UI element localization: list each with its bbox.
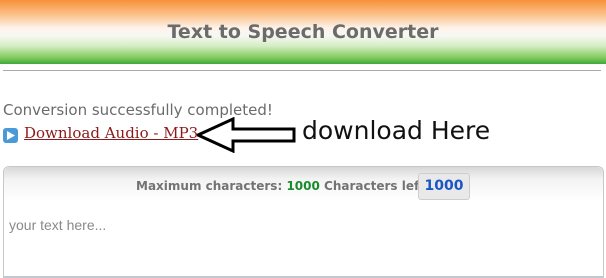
editor-toolbar: Maximum characters: 1000 Characters left…: [4, 167, 603, 201]
left-arrow-icon: [197, 117, 296, 153]
max-characters-label: Maximum characters:: [136, 179, 283, 193]
download-audio-link[interactable]: Download Audio - MP3: [24, 124, 198, 142]
characters-left-label: Characters left:: [324, 179, 430, 193]
page-title: Text to Speech Converter: [167, 21, 439, 43]
text-editor: Maximum characters: 1000 Characters left…: [3, 166, 604, 278]
play-icon: [3, 128, 18, 143]
annotation-text: download Here: [302, 116, 491, 145]
text-input[interactable]: [4, 213, 603, 277]
character-counter: Maximum characters: 1000 Characters left…: [136, 179, 430, 193]
header-banner: Text to Speech Converter: [0, 0, 606, 64]
divider: [3, 70, 601, 71]
max-characters-value: 1000: [286, 179, 320, 193]
characters-left-value: 1000: [418, 173, 470, 200]
